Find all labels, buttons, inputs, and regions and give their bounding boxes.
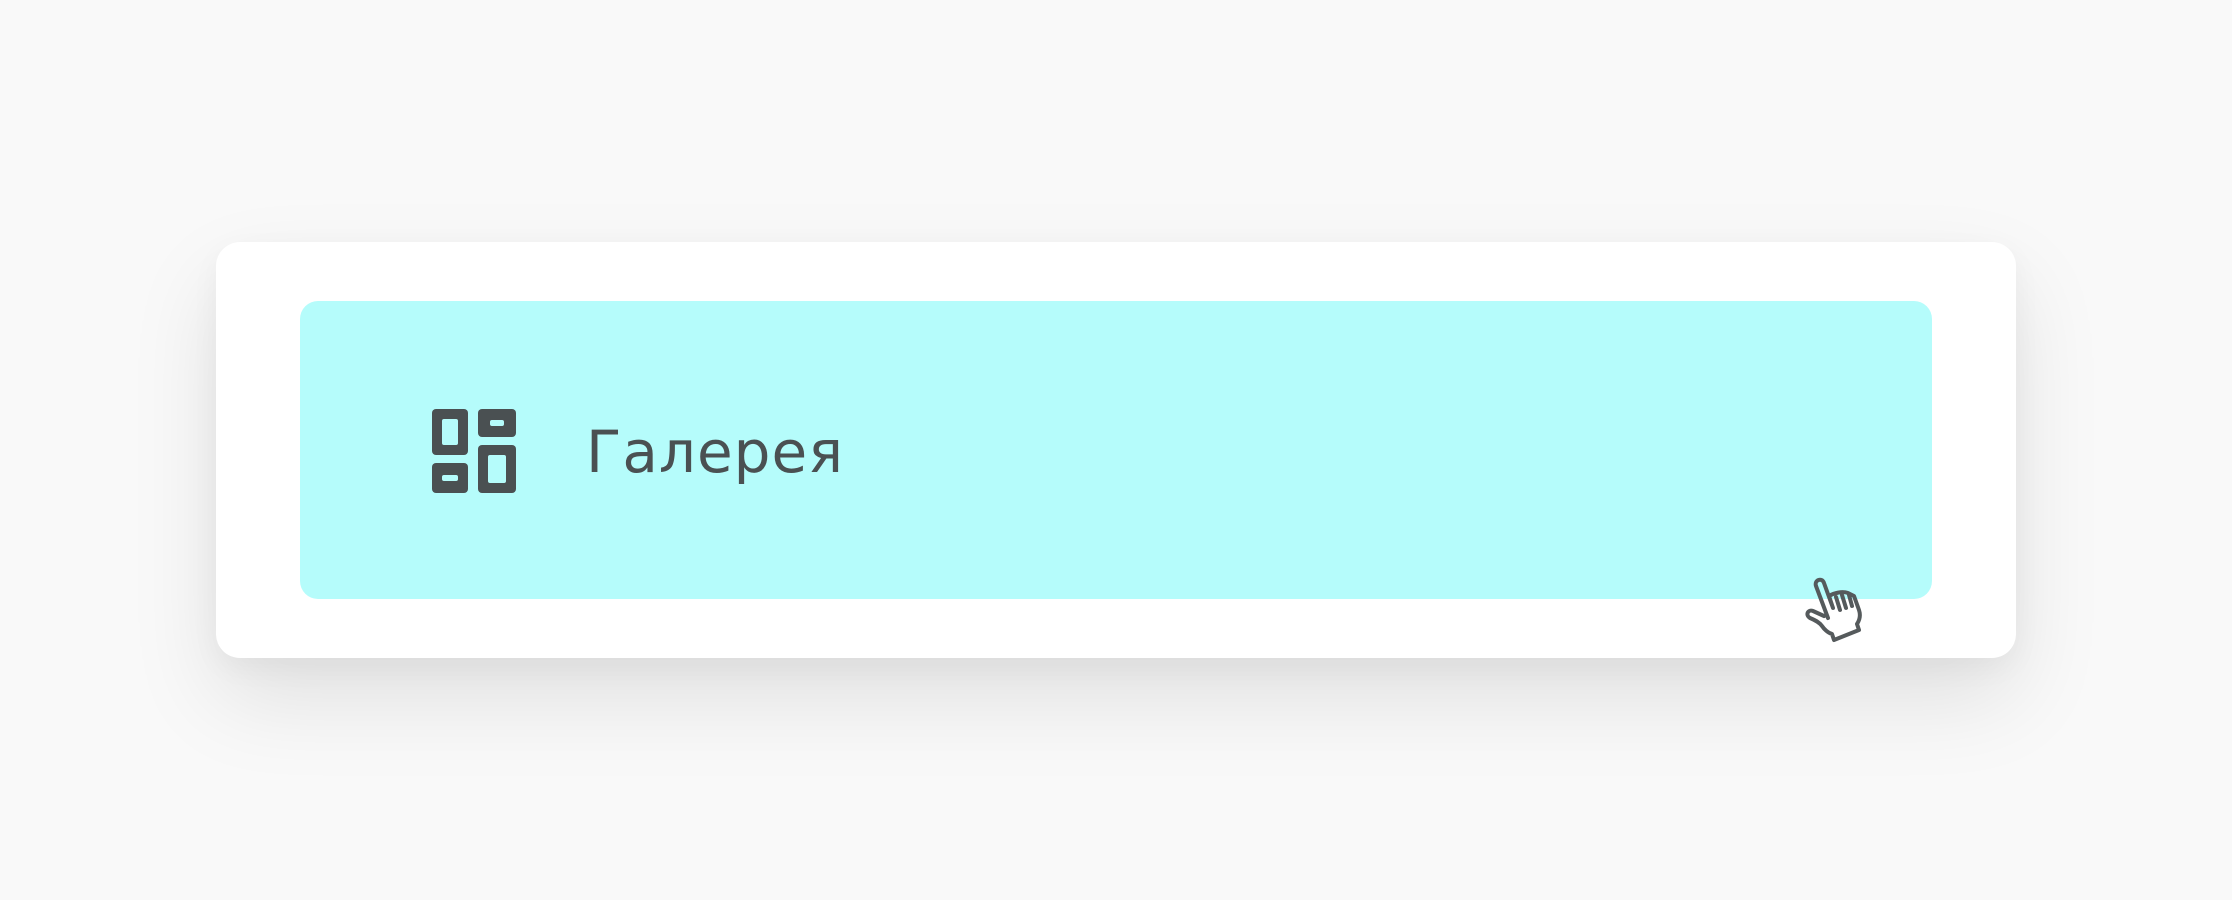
gallery-grid-icon xyxy=(432,409,516,493)
gallery-menu-item[interactable]: Галерея xyxy=(300,301,1932,599)
hand-pointer-cursor-icon xyxy=(1796,566,1892,662)
gallery-menu-label: Галерея xyxy=(586,418,845,486)
menu-card: Галерея xyxy=(216,242,2016,658)
screen: Галерея xyxy=(0,0,2232,900)
